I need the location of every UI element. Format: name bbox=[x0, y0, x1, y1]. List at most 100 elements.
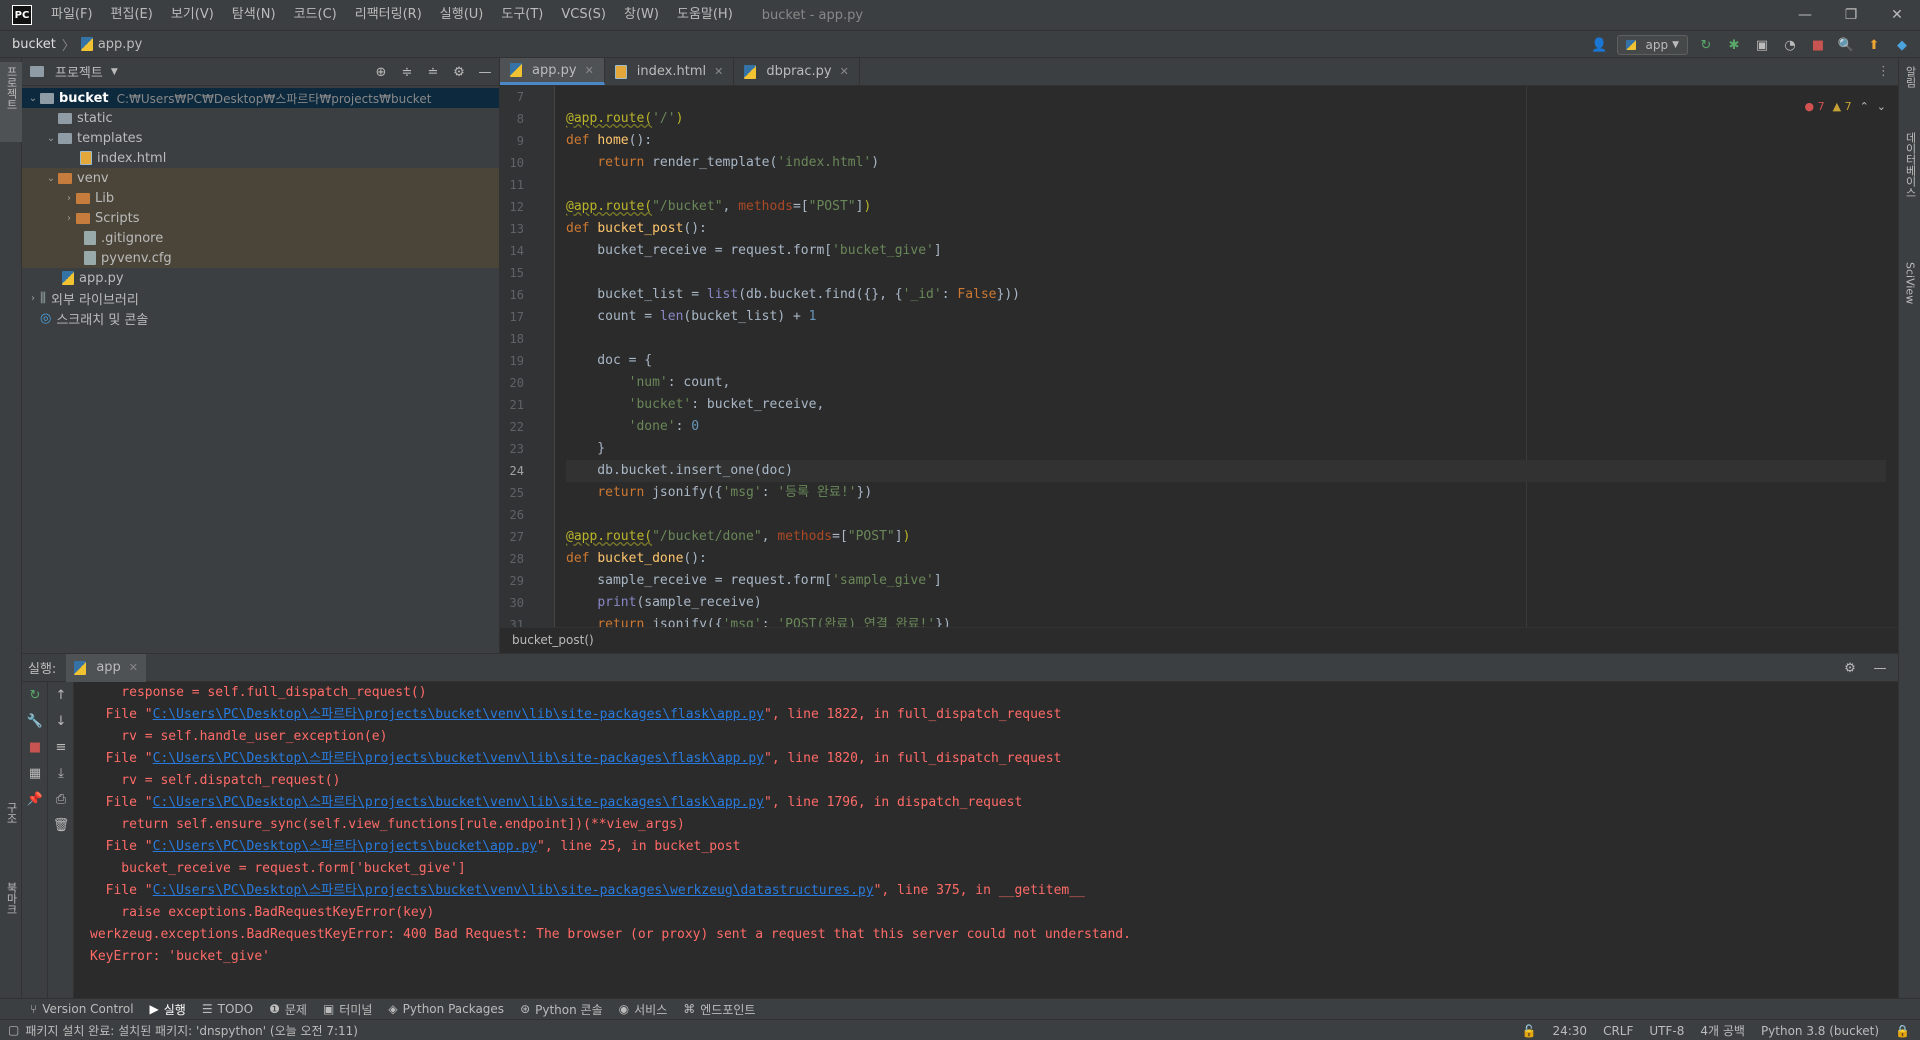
debug-icon[interactable]: ✱ bbox=[1724, 35, 1744, 55]
line-separator[interactable]: CRLF bbox=[1603, 1024, 1633, 1038]
code-line[interactable]: bucket_receive = request.form['bucket_gi… bbox=[566, 240, 1886, 262]
code-line[interactable]: return render_template('index.html') bbox=[566, 152, 1886, 174]
code-line[interactable] bbox=[566, 86, 1886, 108]
profile-icon[interactable]: ◔ bbox=[1780, 35, 1800, 55]
rerun-icon[interactable]: ↻ bbox=[22, 682, 48, 708]
code-line[interactable]: @app.route("/bucket", methods=["POST"]) bbox=[566, 196, 1886, 218]
tree-item-scratches[interactable]: ◎ 스크래치 및 콘솔 bbox=[22, 308, 499, 328]
hide-icon[interactable]: — bbox=[475, 62, 495, 82]
minimize-icon[interactable]: — bbox=[1782, 0, 1828, 30]
code-line[interactable]: print(sample_receive) bbox=[566, 592, 1886, 614]
line-number[interactable]: 27 bbox=[500, 526, 554, 548]
run-console-output[interactable]: response = self.full_dispatch_request() … bbox=[78, 682, 1888, 999]
code-line[interactable] bbox=[566, 262, 1886, 284]
tree-item-index-html[interactable]: index.html bbox=[22, 148, 499, 168]
tool-tab-services[interactable]: ◉ 서비스 bbox=[619, 1001, 668, 1018]
console-line[interactable]: File "C:\Users\PC\Desktop\스파르타\projects\… bbox=[90, 836, 1888, 858]
tool-tab-list[interactable]: ☰ TODO bbox=[202, 1002, 253, 1016]
line-number[interactable]: 18 bbox=[500, 328, 554, 350]
line-gutter[interactable]: 7 8 9 10 11 12 13 14 15 16 17 18 19 20 21 22 23 24 25 26 27 2… bbox=[500, 86, 555, 627]
rerun-icon[interactable]: ↻ bbox=[1696, 35, 1716, 55]
chevron-up-icon[interactable]: ⌃ bbox=[1860, 100, 1869, 113]
tree-item-lib[interactable]: › Lib bbox=[22, 188, 499, 208]
tool-tab-layers[interactable]: ◈ Python Packages bbox=[388, 1002, 504, 1016]
console-line[interactable]: rv = self.handle_user_exception(e) bbox=[90, 726, 1888, 748]
more-vertical-icon[interactable]: ⋮ bbox=[1877, 64, 1890, 79]
menu-item[interactable]: 도움말(H) bbox=[668, 0, 742, 30]
code-line[interactable]: return jsonify({'msg': 'POST(완료) 연결 완료!'… bbox=[566, 614, 1886, 627]
caret-position[interactable]: 24:30 bbox=[1552, 1024, 1587, 1038]
status-message[interactable]: 패키지 설치 완료: 설치된 패키지: 'dnspython' (오늘 오전 7… bbox=[25, 1022, 358, 1039]
soft-wrap-icon[interactable]: ≡ bbox=[48, 734, 74, 760]
code-line[interactable]: @app.route('/') bbox=[566, 108, 1886, 130]
tree-item-bucket[interactable]: ⌄ bucket C:₩Users₩PC₩Desktop₩스파르타₩projec… bbox=[22, 88, 499, 108]
tool-tab-warning[interactable]: ❶ 문제 bbox=[269, 1001, 307, 1018]
tree-item-scripts[interactable]: › Scripts bbox=[22, 208, 499, 228]
chevron-right-icon[interactable]: › bbox=[62, 213, 76, 224]
console-line[interactable]: File "C:\Users\PC\Desktop\스파르타\projects\… bbox=[90, 748, 1888, 770]
project-panel-title[interactable]: 프로젝트 bbox=[55, 62, 103, 81]
tool-tab-play[interactable]: ▶ 실행 bbox=[150, 1001, 186, 1018]
console-file-link[interactable]: C:\Users\PC\Desktop\스파르타\projects\bucket… bbox=[153, 751, 764, 766]
pycharm-logo-icon[interactable]: PC bbox=[12, 5, 32, 25]
tree-item-app-py[interactable]: app.py bbox=[22, 268, 499, 288]
locate-icon[interactable]: ⊕ bbox=[371, 62, 391, 82]
breadcrumb-file[interactable]: app.py bbox=[98, 37, 143, 52]
console-line[interactable]: File "C:\Users\PC\Desktop\스파르타\projects\… bbox=[90, 704, 1888, 726]
tree-item-pyvenv-cfg[interactable]: pyvenv.cfg bbox=[22, 248, 499, 268]
restore-icon[interactable]: ❐ bbox=[1828, 0, 1874, 30]
run-tab-app[interactable]: app ✕ bbox=[66, 653, 147, 682]
tab-index-html[interactable]: index.html ✕ bbox=[605, 58, 735, 85]
line-number[interactable]: 10 bbox=[500, 152, 554, 174]
code-line[interactable] bbox=[566, 504, 1886, 526]
tab-dbprac-py[interactable]: dbprac.py ✕ bbox=[734, 58, 860, 85]
console-line[interactable]: raise exceptions.BadRequestKeyError(key) bbox=[90, 902, 1888, 924]
menu-item[interactable]: 편집(E) bbox=[102, 0, 162, 30]
menu-item[interactable]: 실행(U) bbox=[431, 0, 493, 30]
console-line[interactable]: bucket_receive = request.form['bucket_gi… bbox=[90, 858, 1888, 880]
code-editor[interactable]: 7 8 9 10 11 12 13 14 15 16 17 18 19 20 21 22 23 24 25 26 27 2… bbox=[500, 86, 1898, 627]
code-content[interactable]: @app.route('/') def home(): return rende… bbox=[566, 86, 1886, 627]
coverage-icon[interactable]: ▣ bbox=[1752, 35, 1772, 55]
error-count[interactable]: ● 7 bbox=[1804, 100, 1824, 113]
code-line[interactable]: def home(): bbox=[566, 130, 1886, 152]
notifications-tool-tab[interactable]: 알림 bbox=[1899, 62, 1920, 112]
code-line[interactable]: count = len(bucket_list) + 1 bbox=[566, 306, 1886, 328]
chevron-down-icon[interactable]: ⌄ bbox=[44, 133, 58, 144]
code-line[interactable]: def bucket_done(): bbox=[566, 548, 1886, 570]
chevron-down-icon[interactable]: ⌄ bbox=[44, 173, 58, 184]
arrow-down-icon[interactable]: ↓ bbox=[48, 708, 74, 734]
menu-item[interactable]: 창(W) bbox=[615, 0, 668, 30]
console-line[interactable]: return self.ensure_sync(self.view_functi… bbox=[90, 814, 1888, 836]
tool-tab-python[interactable]: ⊛ Python 콘솔 bbox=[520, 1001, 603, 1018]
tool-tab-branch[interactable]: ⑂ Version Control bbox=[30, 1002, 134, 1016]
user-icon[interactable]: 👤 bbox=[1589, 35, 1609, 55]
tree-item-templates[interactable]: ⌄ templates bbox=[22, 128, 499, 148]
line-number[interactable]: 14 bbox=[500, 240, 554, 262]
console-line[interactable]: rv = self.dispatch_request() bbox=[90, 770, 1888, 792]
menu-item[interactable]: 리팩터링(R) bbox=[346, 0, 431, 30]
chevron-down-icon[interactable]: ⌄ bbox=[1877, 100, 1886, 113]
run-configuration-select[interactable]: app ▼ bbox=[1617, 35, 1688, 55]
editor-breadcrumb[interactable]: bucket_post() bbox=[500, 627, 1898, 653]
code-line[interactable] bbox=[566, 328, 1886, 350]
status-icon[interactable]: ▢ bbox=[8, 1023, 19, 1037]
file-encoding[interactable]: UTF-8 bbox=[1649, 1024, 1684, 1038]
inspection-widget[interactable]: ● 7 ▲ 7 ⌃ ⌄ bbox=[1804, 100, 1886, 113]
arrow-up-icon[interactable]: ↑ bbox=[48, 682, 74, 708]
line-number[interactable]: 15 bbox=[500, 262, 554, 284]
line-number[interactable]: 20 bbox=[500, 372, 554, 394]
line-number[interactable]: 29 bbox=[500, 570, 554, 592]
line-number[interactable]: 22 bbox=[500, 416, 554, 438]
menu-item[interactable]: 도구(T) bbox=[492, 0, 552, 30]
close-icon[interactable]: ✕ bbox=[840, 65, 849, 78]
jetbrains-logo-icon[interactable]: ◆ bbox=[1892, 35, 1912, 55]
database-tool-tab[interactable]: 데이터베이스 bbox=[1899, 128, 1920, 238]
trash-icon[interactable]: 🗑 bbox=[48, 812, 74, 838]
stop-icon[interactable]: ■ bbox=[22, 734, 48, 760]
line-number[interactable]: 11 bbox=[500, 174, 554, 196]
collapse-all-icon[interactable]: ≐ bbox=[423, 62, 443, 82]
chevron-down-icon[interactable]: ▼ bbox=[111, 67, 118, 77]
code-line[interactable]: } bbox=[566, 438, 1886, 460]
code-line[interactable]: 'done': 0 bbox=[566, 416, 1886, 438]
